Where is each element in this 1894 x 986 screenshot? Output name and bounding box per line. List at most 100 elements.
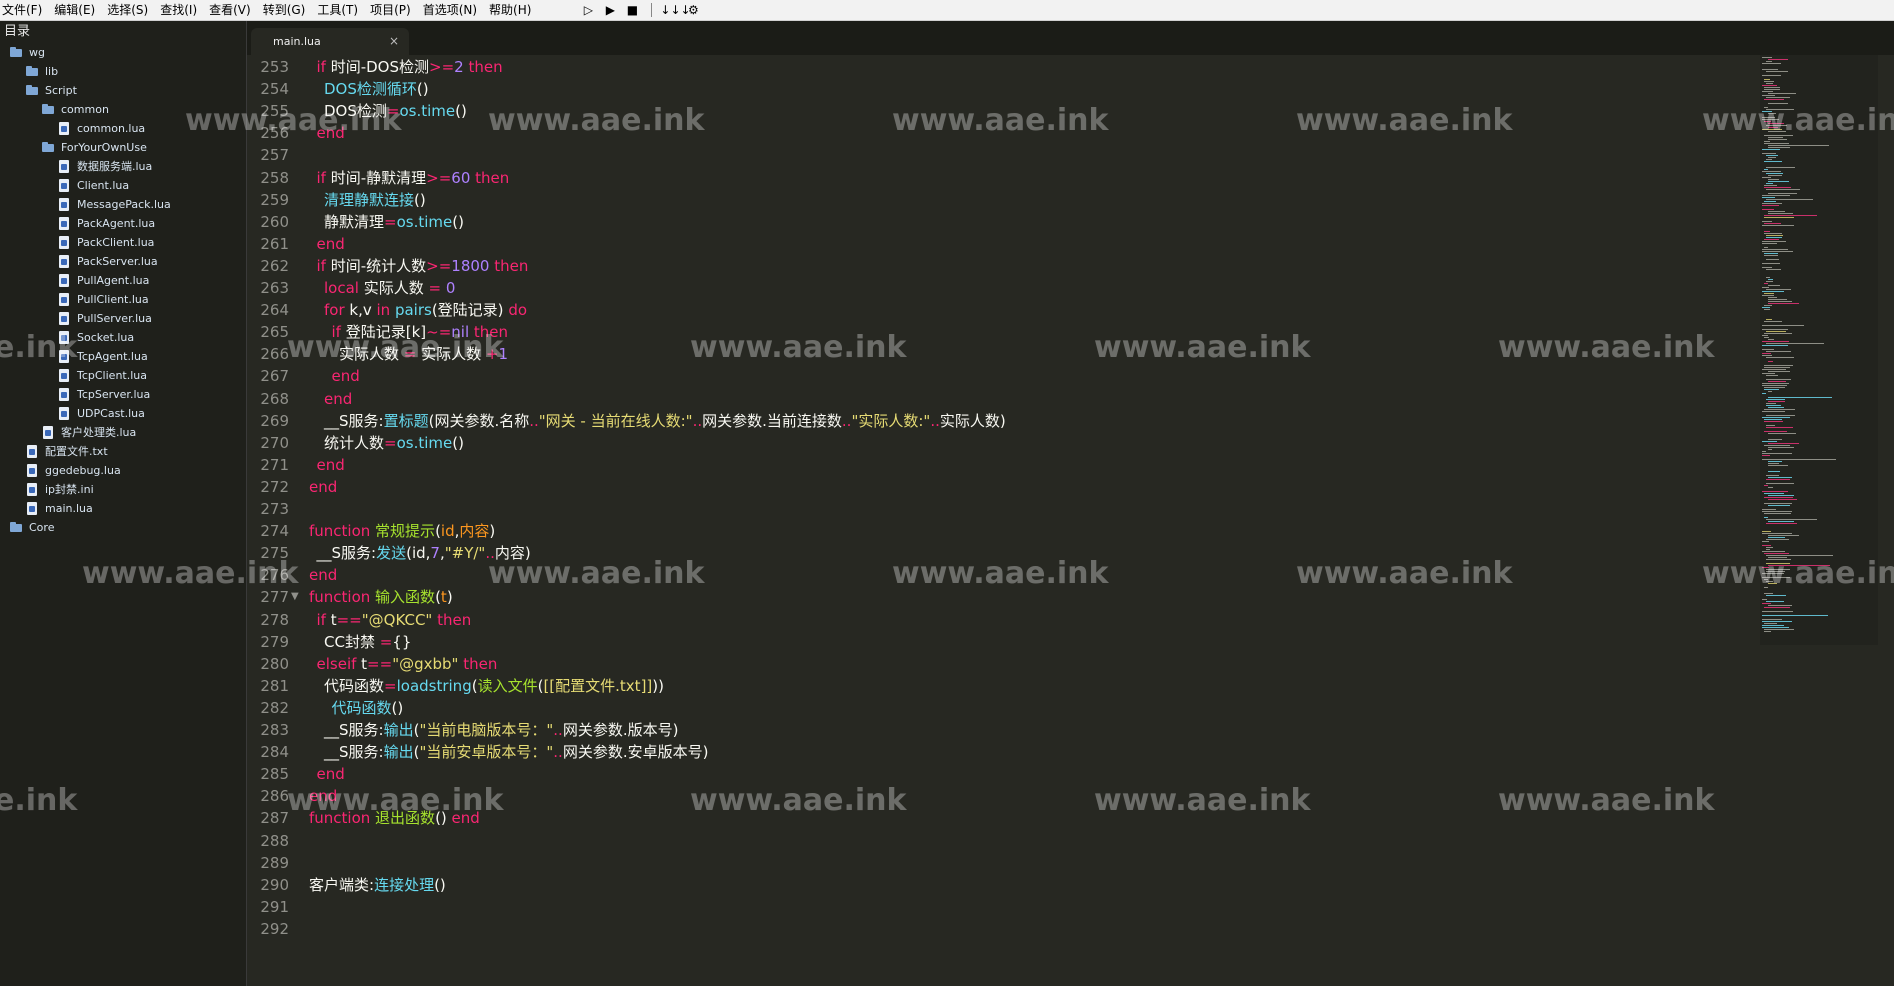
step-down-icon[interactable]: ↓↓↓ xyxy=(660,0,690,20)
code-line[interactable]: if 时间-静默清理>=60 then xyxy=(317,167,510,189)
code-line[interactable]: CC封禁 ={} xyxy=(324,631,411,653)
play-icon[interactable]: ▶ xyxy=(599,0,621,20)
menu-item-3[interactable]: 查找(I) xyxy=(154,0,203,20)
menu-item-0[interactable]: 文件(F) xyxy=(0,0,48,20)
code-line[interactable]: elseif t=="@gxbb" then xyxy=(317,653,498,675)
code-token: .. xyxy=(692,411,703,430)
menu-item-9[interactable]: 帮助(H) xyxy=(483,0,537,20)
tab-main-lua[interactable]: main.lua × xyxy=(251,28,409,55)
minimap-line xyxy=(1764,185,1777,186)
tree-file[interactable]: common.lua xyxy=(0,119,246,138)
tree-item-label: 配置文件.txt xyxy=(45,445,108,458)
code-line[interactable]: function 常规提示(id,内容) xyxy=(309,520,495,542)
code-line[interactable]: end xyxy=(317,233,345,255)
code-line[interactable]: DOS检测循环() xyxy=(324,78,429,100)
tree-file[interactable]: PullClient.lua xyxy=(0,290,246,309)
code-token: + xyxy=(485,345,499,364)
code-line[interactable]: if 时间-统计人数>=1800 then xyxy=(317,255,529,277)
code-line[interactable]: 实际人数 = 实际人数 +1 xyxy=(339,343,508,365)
menu-item-7[interactable]: 项目(P) xyxy=(364,0,417,20)
minimap-line xyxy=(1764,309,1770,310)
minimap-line xyxy=(1764,293,1774,294)
code-line[interactable]: for k,v in pairs(登陆记录) do xyxy=(324,299,527,321)
minimap-line xyxy=(1762,205,1779,206)
tree-file[interactable]: TcpAgent.lua xyxy=(0,347,246,366)
tree-file[interactable]: PackServer.lua xyxy=(0,252,246,271)
line-number: 254 xyxy=(260,80,289,99)
menu-item-1[interactable]: 编辑(E) xyxy=(48,0,101,20)
code-line[interactable]: 统计人数=os.time() xyxy=(324,432,464,454)
tree-file[interactable]: MessagePack.lua xyxy=(0,195,246,214)
line-number: 268 xyxy=(260,389,289,408)
code-token: 实际人数) xyxy=(939,411,1006,430)
code-line[interactable]: __S服务:置标题(网关参数.名称.."网关 - 当前在线人数:"..网关参数.… xyxy=(324,410,1006,432)
code-line[interactable]: end xyxy=(317,763,345,785)
tree-folder[interactable]: Core xyxy=(0,518,246,537)
code-line[interactable]: local 实际人数 = 0 xyxy=(324,277,455,299)
tree-file[interactable]: 客户处理类.lua xyxy=(0,423,246,442)
minimap-line xyxy=(1762,249,1788,250)
tree-file[interactable]: ggedebug.lua xyxy=(0,461,246,480)
minimap-line xyxy=(1764,333,1792,334)
line-number: 272 xyxy=(260,477,289,496)
code-line[interactable]: end xyxy=(317,454,345,476)
code-editor[interactable]: 253 if 时间-DOS检测>=2 then 254 DOS检测循环() 255 DOS… xyxy=(247,55,1747,986)
minimap[interactable] xyxy=(1760,55,1878,645)
code-line[interactable]: function 输入函数(t) xyxy=(309,586,453,608)
code-line[interactable]: if t=="@QKCC" then xyxy=(317,609,472,631)
code-line[interactable]: __S服务:输出("当前安卓版本号："..网关参数.安卓版本号) xyxy=(324,741,708,763)
menu-item-4[interactable]: 查看(V) xyxy=(203,0,257,20)
code-line[interactable]: 代码函数=loadstring(读入文件([[配置文件.txt]])) xyxy=(324,675,664,697)
folder-icon xyxy=(10,46,24,59)
code-line[interactable]: end xyxy=(324,388,352,410)
code-line[interactable]: end xyxy=(309,476,337,498)
stop-icon[interactable]: ■ xyxy=(621,0,643,20)
code-line[interactable]: if 登陆记录[k]~=nil then xyxy=(332,321,509,343)
tree-file[interactable]: TcpClient.lua xyxy=(0,366,246,385)
code-line[interactable]: if 时间-DOS检测>=2 then xyxy=(317,56,503,78)
tree-file[interactable]: UDPCast.lua xyxy=(0,404,246,423)
tree-file[interactable]: TcpServer.lua xyxy=(0,385,246,404)
minimap-line xyxy=(1764,79,1770,80)
code-line[interactable]: __S服务:输出("当前电脑版本号："..网关参数.版本号) xyxy=(324,719,678,741)
tree-folder[interactable]: ForYourOwnUse xyxy=(0,138,246,157)
tree-file[interactable]: Client.lua xyxy=(0,176,246,195)
tree-file[interactable]: PullAgent.lua xyxy=(0,271,246,290)
tree-file[interactable]: Socket.lua xyxy=(0,328,246,347)
file-icon xyxy=(58,198,72,211)
tree-file[interactable]: PullServer.lua xyxy=(0,309,246,328)
code-line[interactable]: 清理静默连接() xyxy=(324,189,426,211)
menu-item-6[interactable]: 工具(T) xyxy=(311,0,364,20)
minimap-line xyxy=(1764,99,1784,100)
code-line[interactable]: 客户端类:连接处理() xyxy=(309,874,446,896)
tree-file[interactable]: 配置文件.txt xyxy=(0,442,246,461)
run-outline-icon[interactable]: ▷ xyxy=(577,0,599,20)
tree-folder[interactable]: Script xyxy=(0,81,246,100)
tree-folder[interactable]: wg xyxy=(0,43,246,62)
code-line[interactable]: function 退出函数() end xyxy=(309,807,480,829)
code-line[interactable]: 静默清理=os.time() xyxy=(324,211,464,233)
code-line[interactable]: 代码函数() xyxy=(332,697,404,719)
tree-file[interactable]: PackClient.lua xyxy=(0,233,246,252)
line-number: 282 xyxy=(260,698,289,717)
tree-file[interactable]: PackAgent.lua xyxy=(0,214,246,233)
menu-item-5[interactable]: 转到(G) xyxy=(257,0,312,20)
tab-close-icon[interactable]: × xyxy=(389,28,399,55)
fold-arrow-icon[interactable]: ▼ xyxy=(291,586,299,608)
code-line[interactable]: __S服务:发送(id,7,"#Y/"..内容) xyxy=(317,542,531,564)
code-line[interactable]: end xyxy=(309,564,337,586)
tree-folder[interactable]: common xyxy=(0,100,246,119)
code-line[interactable]: end xyxy=(317,122,345,144)
tree-folder[interactable]: lib xyxy=(0,62,246,81)
menu-item-8[interactable]: 首选项(N) xyxy=(417,0,483,20)
code-token: end xyxy=(316,234,345,253)
tree-file[interactable]: 数据服务端.lua xyxy=(0,157,246,176)
minimap-line xyxy=(1768,505,1790,506)
code-line[interactable]: DOS检测=os.time() xyxy=(324,100,467,122)
gear-icon[interactable]: ⚙ xyxy=(682,0,704,20)
code-line[interactable]: end xyxy=(309,785,337,807)
code-line[interactable]: end xyxy=(332,365,360,387)
menu-item-2[interactable]: 选择(S) xyxy=(101,0,154,20)
tree-file[interactable]: ip封禁.ini xyxy=(0,480,246,499)
tree-file[interactable]: main.lua xyxy=(0,499,246,518)
